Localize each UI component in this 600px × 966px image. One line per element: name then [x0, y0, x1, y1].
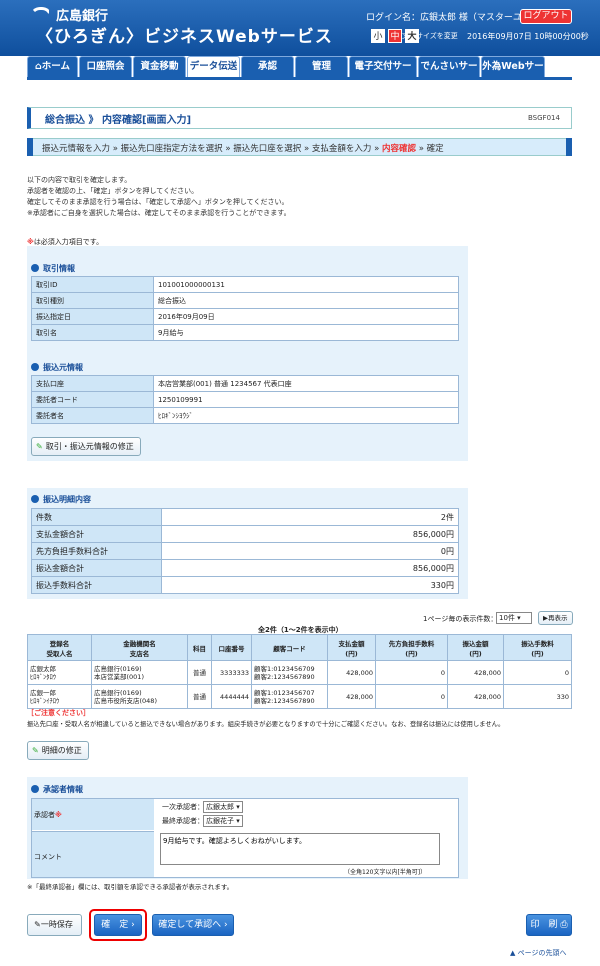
page-title: 総合振込 》 内容確認[画面入力]: [45, 115, 192, 126]
print-button[interactable]: 印 刷 ⎙: [526, 914, 572, 936]
redisplay-button[interactable]: ▶再表示: [538, 611, 573, 625]
detail-summary-table: 件数 2件 支払金額合計 856,000円 先方負担手数料合計 0円 振込金額合計 85…: [31, 508, 459, 594]
tab-home[interactable]: ⌂ホーム: [27, 56, 78, 78]
comment-label: コメント: [34, 853, 62, 861]
approver-label: 承認者※: [34, 811, 62, 819]
edit-icon: ✎: [32, 746, 39, 755]
step-1: 振込元情報を入力: [42, 144, 111, 154]
fix-detail-button[interactable]: ✎ 明細の修正: [27, 741, 89, 760]
edit-icon: ✎: [36, 442, 43, 451]
current-datetime: 2016年09月07日 10時00分00秒: [467, 32, 589, 41]
final-approver-select[interactable]: 広銀花子 ▾: [203, 815, 243, 827]
step-6: 確定: [426, 144, 444, 154]
detail-summary-heading: 振込明細内容: [31, 494, 91, 505]
first-approver-label: 一次承認者：: [162, 803, 204, 811]
steps-text: 振込元情報を入力 » 振込先口座指定方法を選択 » 振込先口座を選択 » 支払金…: [42, 144, 444, 154]
tab-densai[interactable]: でんさいサービス: [418, 56, 480, 92]
comment-textarea[interactable]: 9月給与です。確認よろしくおねがいします。: [160, 833, 440, 865]
steps-right-edge: [566, 138, 572, 156]
global-nav: ⌂ホーム 口座照会 資金移動 データ伝送 承認 管理 電子交付サービス でんさい…: [27, 56, 572, 92]
caution-title: ［ご注意ください］: [27, 709, 90, 717]
confirm-button[interactable]: 確 定 ›: [94, 914, 142, 936]
step-5-current: 内容確認: [382, 144, 417, 154]
transfer-detail-table: 登録名 受取人名 金融機関名 支店名 科目 口座番号 顧客コード 支払金額 (円…: [27, 634, 572, 709]
step-3: 振込先口座を選択: [233, 144, 302, 154]
tab-management[interactable]: 管理: [295, 56, 348, 78]
caution-text: 振込先口座・受取人名が相違していると振込できない場合があります。組戻手続きが必要…: [27, 721, 505, 728]
temp-save-button[interactable]: ✎一時保存: [27, 914, 82, 936]
page-top-link[interactable]: ▲ ページの先頭へ: [510, 948, 567, 958]
pencil-icon: ✎: [34, 920, 41, 929]
tab-fund-transfer[interactable]: 資金移動: [133, 56, 186, 78]
table-row: 広銀太郎 ﾋﾛｷﾞﾝﾀﾛｳ 広島銀行(0169) 本店営業部(001) 普通 3…: [27, 660, 572, 685]
printer-icon: ⎙: [560, 920, 568, 930]
trade-info-table: 取引ID 101001000000131 取引種別 総合振込 振込指定日 2016年0…: [31, 276, 459, 341]
per-page-select[interactable]: 10件 ▾: [496, 612, 532, 624]
tab-data-transmission[interactable]: データ伝送: [187, 56, 240, 78]
service-name: 〈ひろぎん〉ビジネスWebサービス: [36, 27, 333, 47]
final-approver-label: 最終承認者：: [162, 817, 204, 825]
arrow-up-icon: ▲: [510, 949, 516, 957]
tab-approval[interactable]: 承認: [241, 56, 294, 78]
step-2: 振込先口座指定方法を選択: [120, 144, 223, 154]
tab-account-inquiry[interactable]: 口座照会: [79, 56, 132, 78]
approver-note: ※「最終承認者」欄には、取引額を承認できる承認者が表示されます。: [27, 883, 234, 891]
approver-heading: 承認者情報: [31, 784, 83, 795]
per-page-label: 1ページ毎の表示件数：: [423, 615, 498, 623]
font-medium-button[interactable]: 中: [388, 29, 402, 43]
steps-left-edge: [27, 138, 33, 156]
first-approver-select[interactable]: 広銀太郎 ▾: [203, 801, 243, 813]
intro-line-3: 確定してそのまま承認を行う場合は、「確定して承認へ」ボタンを押してください。: [27, 198, 289, 206]
nav-underline: [27, 77, 572, 80]
fix-source-info-button[interactable]: ✎ 取引・振込元情報の修正: [31, 437, 141, 456]
font-small-button[interactable]: 小: [371, 29, 385, 43]
tab-fx-web[interactable]: 外為Webサービス: [481, 56, 545, 92]
screen-id: BSGF014: [528, 114, 560, 122]
source-info-heading: 振込元情報: [31, 362, 83, 373]
comment-limit: （全角120文字以内[半角可]）: [344, 869, 427, 876]
table-row: 広銀一郎 ﾋﾛｷﾞﾝｲﾁﾛｳ 広島銀行(0169) 広島市役所支店(048) 普…: [27, 684, 572, 709]
intro-line-4: ※承認者にご自身を選択した場合は、確定してそのまま承認を行うことができます。: [27, 209, 291, 217]
trade-info-heading: 取引情報: [31, 263, 75, 274]
font-large-button[interactable]: 大: [405, 29, 419, 43]
logout-button[interactable]: ログアウト: [520, 9, 572, 24]
intro-line-2: 承認者を確認の上、「確定」ボタンを押してください。: [27, 187, 199, 195]
intro-line-1: 以下の内容で取引を確定します。: [27, 176, 132, 184]
step-4: 支払金額を入力: [311, 144, 372, 154]
confirm-and-approve-button[interactable]: 確定して承認へ ›: [152, 914, 234, 936]
source-info-table: 支払口座 本店営業部(001) 普通 1234567 代表口座 委託者コード 125…: [31, 375, 459, 424]
tab-e-delivery[interactable]: 電子交付サービス: [349, 56, 417, 92]
